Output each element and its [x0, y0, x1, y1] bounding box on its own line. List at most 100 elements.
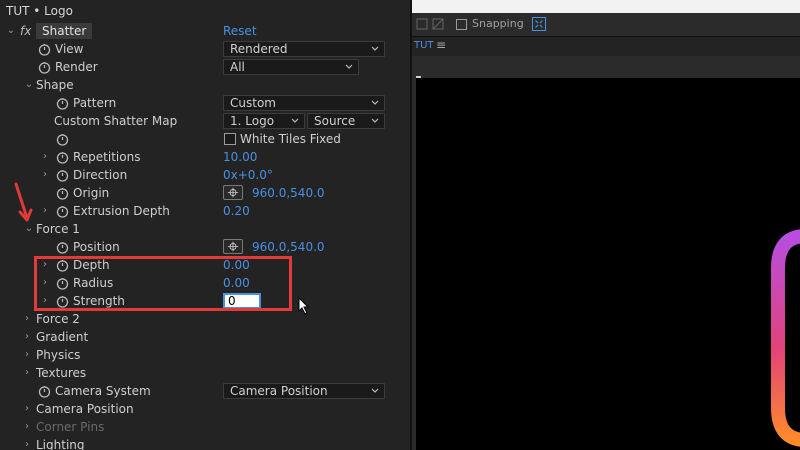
physics-label: Physics — [36, 348, 81, 362]
chevron-down-icon — [371, 46, 379, 51]
extrusion-depth-value[interactable]: 0.20 — [223, 202, 250, 220]
expand-chevron-icon[interactable]: › — [40, 148, 50, 166]
camera-position-group-row[interactable]: › Camera Position — [0, 400, 410, 418]
render-dropdown[interactable]: All — [223, 59, 359, 75]
mouse-cursor-icon — [298, 297, 310, 315]
collapse-chevron-icon[interactable]: ⌄ — [24, 76, 34, 94]
tool-icon[interactable] — [432, 18, 444, 30]
origin-value[interactable]: 960.0,540.0 — [252, 184, 325, 202]
stopwatch-icon[interactable] — [38, 43, 51, 56]
viewer-tab-bar: TUT ≡ — [412, 36, 800, 56]
origin-row: Origin 960.0,540.0 — [0, 184, 410, 202]
corner-pins-group-row[interactable]: › Corner Pins — [0, 418, 410, 436]
extrusion-depth-label: Extrusion Depth — [73, 204, 170, 218]
composition-viewer: Snapping TUT ≡ — [410, 0, 800, 450]
render-row: Render All — [0, 58, 410, 76]
expand-chevron-icon[interactable]: › — [22, 400, 32, 418]
stopwatch-icon[interactable] — [38, 61, 51, 74]
gradient-group-row[interactable]: › Gradient — [0, 328, 410, 346]
shape-group-row[interactable]: ⌄ Shape — [0, 76, 410, 94]
extrusion-depth-row: › Extrusion Depth 0.20 — [0, 202, 410, 220]
stopwatch-icon[interactable] — [56, 205, 69, 218]
camera-system-dropdown[interactable]: Camera Position — [223, 383, 385, 399]
highlight-annotation-box — [34, 256, 292, 311]
repetitions-row: › Repetitions 10.00 — [0, 148, 410, 166]
hamburger-menu-icon[interactable]: ≡ — [436, 38, 446, 52]
logo-graphic — [771, 229, 800, 447]
gradient-label: Gradient — [36, 330, 89, 344]
stopwatch-icon[interactable] — [56, 241, 69, 254]
chevron-down-icon — [371, 388, 379, 393]
custom-shatter-map-label: Custom Shatter Map — [54, 114, 178, 128]
effect-name[interactable]: Shatter — [36, 23, 93, 39]
repetitions-label: Repetitions — [73, 150, 141, 164]
force1-group-row[interactable]: ⌄ Force 1 — [0, 220, 410, 238]
direction-value[interactable]: 0x+0.0° — [223, 166, 273, 184]
corner-pins-label: Corner Pins — [36, 420, 105, 434]
chevron-down-icon — [371, 100, 379, 105]
expand-chevron-icon[interactable]: › — [40, 202, 50, 220]
position-label: Position — [73, 240, 120, 254]
snap-options-icon[interactable] — [532, 17, 546, 31]
stopwatch-icon[interactable] — [56, 133, 69, 146]
origin-label: Origin — [73, 186, 110, 200]
snapping-label: Snapping — [472, 17, 524, 30]
position-row: Position 960.0,540.0 — [0, 238, 410, 256]
tool-icon[interactable] — [416, 18, 428, 30]
lighting-group-row[interactable]: › Lighting — [0, 436, 410, 450]
lighting-label: Lighting — [36, 438, 85, 450]
red-arrow-annotation-icon — [14, 182, 33, 222]
white-tiles-row: White Tiles Fixed — [0, 130, 410, 148]
view-row: View Rendered — [0, 40, 410, 58]
collapse-chevron-icon[interactable]: ⌄ — [6, 22, 16, 40]
white-tiles-checkbox[interactable] — [224, 133, 236, 145]
viewer-top-bar — [412, 0, 800, 13]
shape-label: Shape — [36, 78, 74, 92]
fx-icon[interactable]: fx — [20, 22, 31, 40]
force2-group-row[interactable]: › Force 2 — [0, 310, 410, 328]
reset-link[interactable]: Reset — [223, 22, 257, 40]
panel-title: TUT • Logo — [6, 4, 73, 18]
crosshair-icon[interactable] — [223, 185, 243, 200]
camera-system-row: Camera System Camera Position — [0, 382, 410, 400]
composition-canvas[interactable] — [416, 78, 800, 450]
layer-dropdown[interactable]: 1. Logo — [223, 113, 305, 129]
textures-label: Textures — [36, 366, 87, 380]
view-label: View — [55, 42, 84, 56]
stopwatch-icon[interactable] — [56, 97, 69, 110]
expand-chevron-icon[interactable]: › — [22, 310, 32, 328]
pattern-dropdown[interactable]: Custom — [223, 95, 385, 111]
chevron-down-icon — [345, 64, 353, 69]
expand-chevron-icon[interactable]: › — [22, 346, 32, 364]
camera-system-label: Camera System — [55, 384, 151, 398]
expand-chevron-icon[interactable]: › — [40, 166, 50, 184]
position-value[interactable]: 960.0,540.0 — [252, 238, 325, 256]
textures-group-row[interactable]: › Textures — [0, 364, 410, 382]
custom-shatter-map-row: Custom Shatter Map 1. Logo Source — [0, 112, 410, 130]
stopwatch-icon[interactable] — [56, 187, 69, 200]
source-dropdown[interactable]: Source — [307, 113, 385, 129]
expand-chevron-icon[interactable]: › — [22, 364, 32, 382]
render-label: Render — [55, 60, 98, 74]
expand-chevron-icon[interactable]: › — [22, 328, 32, 346]
stopwatch-icon[interactable] — [56, 151, 69, 164]
effect-controls-panel: TUT • Logo ⌄ fx Shatter Reset View Rende… — [0, 0, 410, 450]
camera-position-label: Camera Position — [36, 402, 134, 416]
expand-chevron-icon[interactable]: › — [22, 418, 32, 436]
physics-group-row[interactable]: › Physics — [0, 346, 410, 364]
repetitions-value[interactable]: 10.00 — [223, 148, 257, 166]
snapping-checkbox[interactable] — [456, 19, 467, 30]
stopwatch-icon[interactable] — [56, 169, 69, 182]
white-tiles-label: White Tiles Fixed — [240, 132, 341, 146]
effect-header-row[interactable]: ⌄ fx Shatter Reset — [0, 22, 410, 40]
pattern-row: Pattern Custom — [0, 94, 410, 112]
viewer-tab[interactable]: TUT — [414, 40, 434, 51]
crosshair-icon[interactable] — [223, 239, 243, 254]
stopwatch-icon[interactable] — [38, 385, 51, 398]
viewer-toolbar: Snapping — [412, 13, 800, 35]
direction-label: Direction — [73, 168, 128, 182]
chevron-down-icon — [371, 118, 379, 123]
view-dropdown[interactable]: Rendered — [223, 41, 385, 57]
pattern-label: Pattern — [73, 96, 117, 110]
expand-chevron-icon[interactable]: › — [22, 436, 32, 450]
